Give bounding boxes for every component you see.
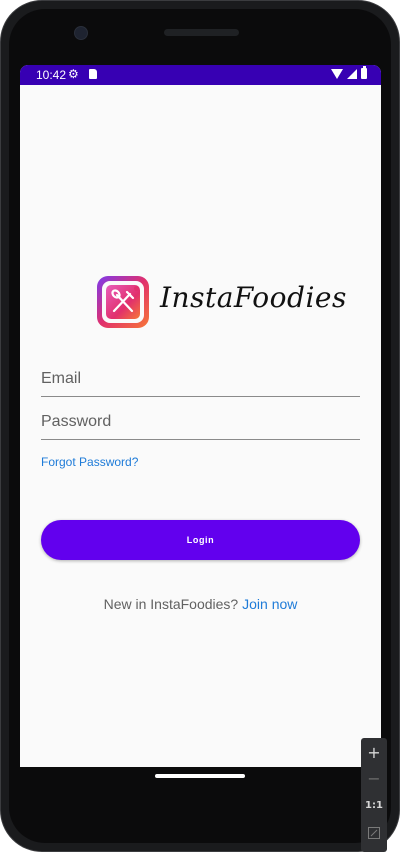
one-to-one-button[interactable]: 1:1 (361, 793, 387, 819)
password-field[interactable] (41, 405, 360, 439)
app-name-wordmark: InstaFoodies (160, 281, 347, 314)
forgot-password-link[interactable]: Forgot Password? (41, 455, 138, 469)
status-bar: 10:42 ⚙ (20, 65, 381, 85)
earpiece-speaker (164, 29, 239, 36)
emulator-zoom-controls: + − 1:1 (361, 738, 387, 852)
front-camera (74, 26, 88, 40)
app-logo-icon (97, 276, 149, 328)
fit-screen-icon[interactable] (361, 820, 387, 846)
join-now-link[interactable]: Join now (242, 596, 297, 612)
signal-icon (347, 68, 357, 79)
signup-prompt: New in InstaFoodies? Join now (20, 596, 381, 612)
sd-card-icon (89, 69, 97, 79)
navigation-bar (20, 767, 381, 787)
email-field-container (41, 362, 360, 397)
battery-icon (361, 66, 367, 79)
status-icons (331, 66, 367, 79)
password-field-container (41, 405, 360, 440)
email-field[interactable] (41, 362, 360, 396)
app-logo: InstaFoodies (96, 275, 346, 331)
home-gesture-bar[interactable] (155, 774, 245, 778)
login-button[interactable]: Login (41, 520, 360, 560)
signup-prompt-text: New in InstaFoodies? (103, 596, 239, 612)
settings-icon: ⚙ (68, 67, 79, 81)
zoom-in-button[interactable]: + (361, 740, 387, 766)
wifi-icon (331, 68, 343, 79)
status-time: 10:42 (36, 68, 67, 82)
zoom-out-button[interactable]: − (361, 766, 387, 792)
app-screen: 10:42 ⚙ InstaFoodies Email Forgot Passwo… (20, 65, 381, 767)
